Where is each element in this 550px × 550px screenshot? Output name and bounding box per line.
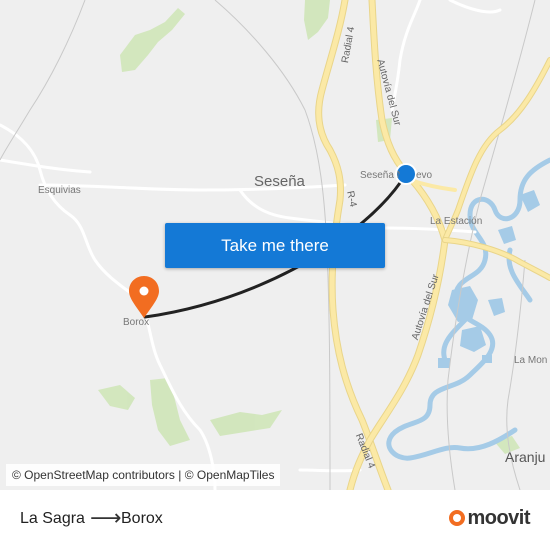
route-destination: Borox xyxy=(121,510,163,527)
take-me-there-button[interactable]: Take me there xyxy=(165,223,385,268)
route-origin: La Sagra xyxy=(20,510,85,527)
map-label-aranjuez: Aranju xyxy=(505,449,546,465)
arrow-right-icon: ⟶ xyxy=(90,505,122,530)
map-label-sesena-nuevo-tail: evo xyxy=(416,170,433,181)
map-label-sesena: Seseña xyxy=(254,173,305,190)
map-label-sesena-nuevo: Seseña Nuevo xyxy=(360,170,400,181)
map-label-esquivias: Esquivias xyxy=(38,185,81,196)
map-view[interactable]: Seseña Seseña Nuevo evo Esquivias Borox … xyxy=(0,0,550,490)
map-label-la-estacion: La Estación xyxy=(430,216,483,227)
moovit-logo-icon xyxy=(449,510,466,526)
moovit-logo-text: moovit xyxy=(467,506,530,529)
map-attribution[interactable]: © OpenStreetMap contributors | © OpenMap… xyxy=(6,464,281,486)
map-label-borox: Borox xyxy=(123,317,150,328)
map-label-la-mon: La Mon xyxy=(514,355,548,366)
moovit-logo[interactable]: moovit xyxy=(449,505,530,531)
destination-pin-icon[interactable] xyxy=(129,276,159,318)
route-footer: La Sagra ⟶ Borox moovit xyxy=(0,490,550,550)
